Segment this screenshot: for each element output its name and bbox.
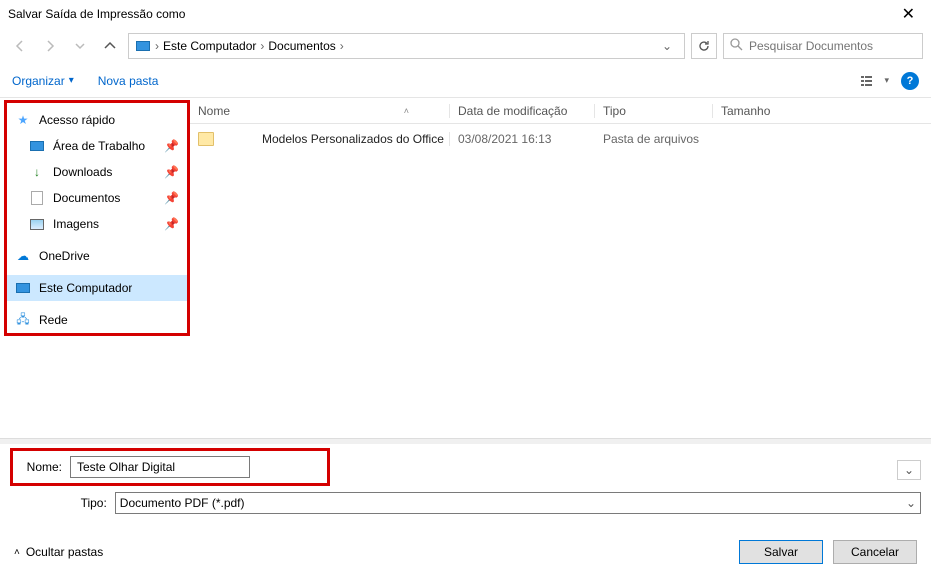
search-icon: [730, 38, 743, 54]
column-header-date[interactable]: Data de modificação: [450, 104, 595, 118]
chevron-right-icon: ›: [260, 39, 264, 53]
filename-input[interactable]: [70, 456, 250, 478]
pc-icon: [15, 280, 31, 296]
file-list: Nome ˄ Data de modificação Tipo Tamanho …: [190, 98, 931, 438]
navigation-sidebar: ★ Acesso rápido Área de Trabalho 📌 ↓ Dow…: [4, 100, 190, 336]
column-header-name[interactable]: Nome ˄: [190, 104, 450, 118]
nav-back-button[interactable]: [8, 34, 32, 58]
search-input[interactable]: [749, 39, 916, 53]
nav-up-button[interactable]: [98, 34, 122, 58]
filename-row-highlight: Nome:: [10, 448, 330, 486]
chevron-up-icon: ˄: [14, 547, 20, 558]
breadcrumb-item[interactable]: Documentos: [268, 39, 335, 53]
save-button[interactable]: Salvar: [739, 540, 823, 564]
cloud-icon: ☁: [15, 248, 31, 264]
filetype-label: Tipo:: [10, 496, 107, 510]
chevron-down-icon: ⌄: [906, 496, 916, 510]
chevron-down-icon: ▾: [884, 75, 889, 86]
pin-icon: 📌: [164, 139, 179, 153]
view-icon: [860, 74, 882, 88]
new-folder-button[interactable]: Nova pasta: [98, 74, 159, 88]
filename-dropdown-icon[interactable]: ⌄: [897, 460, 921, 480]
sidebar-item-this-pc[interactable]: Este Computador: [7, 275, 187, 301]
sidebar-quick-access[interactable]: ★ Acesso rápido: [7, 107, 187, 133]
download-icon: ↓: [29, 164, 45, 180]
image-icon: [29, 216, 45, 232]
hide-folders-toggle[interactable]: ˄ Ocultar pastas: [14, 545, 103, 559]
sidebar-item-images[interactable]: Imagens 📌: [7, 211, 187, 237]
filename-label: Nome:: [16, 460, 62, 474]
chevron-down-icon: ▾: [69, 75, 74, 86]
address-dropdown-icon[interactable]: ⌄: [656, 39, 678, 53]
folder-icon: [198, 132, 214, 146]
star-icon: ★: [15, 112, 31, 128]
sidebar-item-downloads[interactable]: ↓ Downloads 📌: [7, 159, 187, 185]
sidebar-item-network[interactable]: 🖧 Rede: [7, 307, 187, 333]
refresh-button[interactable]: [691, 33, 717, 59]
chevron-right-icon: ›: [340, 39, 344, 53]
network-icon: 🖧: [15, 312, 31, 328]
pin-icon: 📌: [164, 191, 179, 205]
recent-locations-button[interactable]: [68, 34, 92, 58]
sidebar-item-onedrive[interactable]: ☁ OneDrive: [7, 243, 187, 269]
sidebar-item-documents[interactable]: Documentos 📌: [7, 185, 187, 211]
breadcrumb-item[interactable]: Este Computador: [163, 39, 256, 53]
pin-icon: 📌: [164, 165, 179, 179]
view-options-button[interactable]: ▾: [860, 74, 889, 88]
help-button[interactable]: ?: [901, 72, 919, 90]
cancel-button[interactable]: Cancelar: [833, 540, 917, 564]
column-header-size[interactable]: Tamanho: [713, 104, 931, 118]
filetype-select[interactable]: Documento PDF (*.pdf) ⌄: [115, 492, 921, 514]
document-icon: [29, 190, 45, 206]
close-icon[interactable]: ✕: [894, 4, 923, 24]
nav-forward-button[interactable]: [38, 34, 62, 58]
address-bar[interactable]: › Este Computador › Documentos › ⌄: [128, 33, 685, 59]
sort-asc-icon: ˄: [404, 106, 409, 116]
search-box[interactable]: [723, 33, 923, 59]
window-title: Salvar Saída de Impressão como: [8, 7, 894, 21]
column-header-type[interactable]: Tipo: [595, 104, 713, 118]
organize-menu[interactable]: Organizar▾: [12, 74, 74, 88]
desktop-icon: [29, 138, 45, 154]
file-name: Modelos Personalizados do Office: [262, 132, 444, 146]
sidebar-item-desktop[interactable]: Área de Trabalho 📌: [7, 133, 187, 159]
file-date: 03/08/2021 16:13: [450, 132, 595, 146]
file-type: Pasta de arquivos: [595, 132, 713, 146]
pin-icon: 📌: [164, 217, 179, 231]
pc-icon: [135, 38, 151, 54]
chevron-right-icon: ›: [155, 39, 159, 53]
file-row[interactable]: Modelos Personalizados do Office 03/08/2…: [190, 124, 931, 154]
